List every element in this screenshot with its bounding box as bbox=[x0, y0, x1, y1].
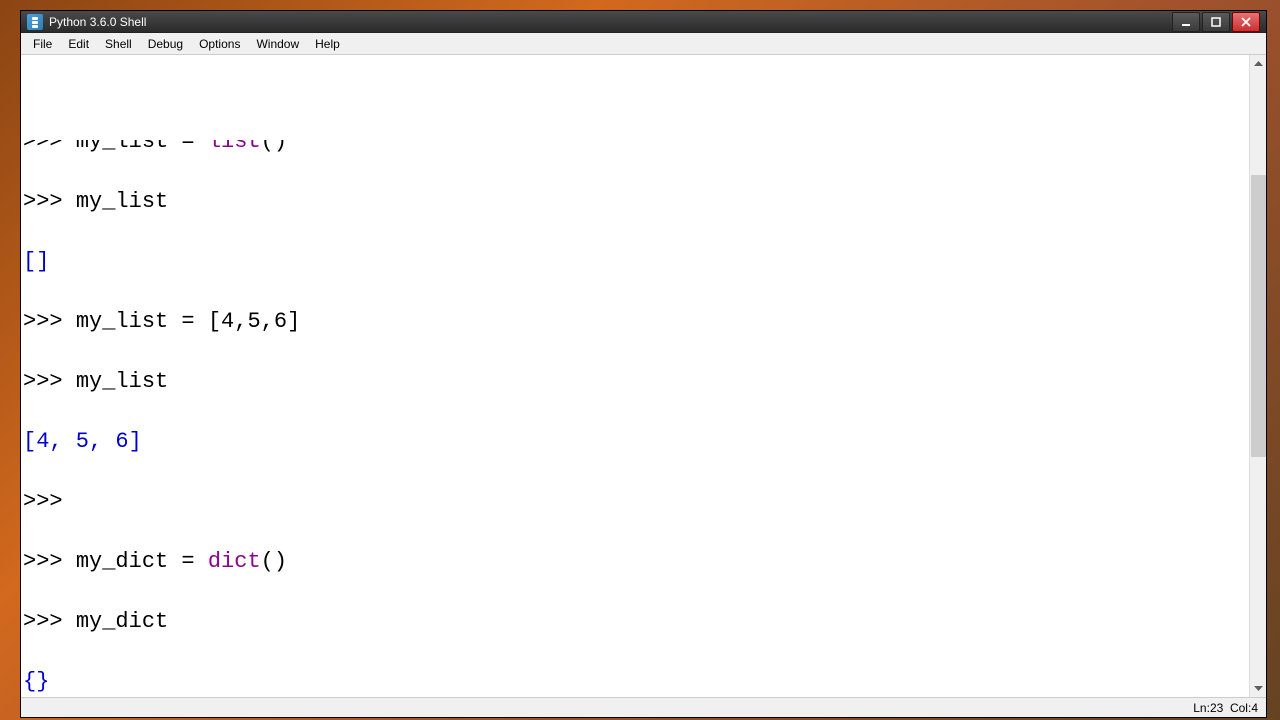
menu-shell[interactable]: Shell bbox=[97, 35, 140, 53]
scroll-thumb[interactable] bbox=[1251, 175, 1266, 457]
menu-file[interactable]: File bbox=[25, 35, 60, 53]
output: [] bbox=[23, 249, 49, 274]
col-number: 4 bbox=[1251, 701, 1258, 715]
menu-debug[interactable]: Debug bbox=[140, 35, 191, 53]
status-bar: Ln: 23 Col: 4 bbox=[21, 697, 1266, 717]
menu-help[interactable]: Help bbox=[307, 35, 348, 53]
app-window: Python 3.6.0 Shell File Edit Shell Debug… bbox=[20, 10, 1267, 718]
prompt: >>> my_list = bbox=[23, 140, 208, 154]
title-bar[interactable]: Python 3.6.0 Shell bbox=[21, 11, 1266, 33]
maximize-button[interactable] bbox=[1202, 12, 1230, 32]
prompt: >>> bbox=[23, 189, 76, 214]
scroll-down-button[interactable] bbox=[1250, 680, 1266, 697]
window-title: Python 3.6.0 Shell bbox=[49, 15, 1172, 29]
python-icon bbox=[27, 14, 43, 30]
col-label: Col: bbox=[1230, 701, 1251, 715]
vertical-scrollbar[interactable] bbox=[1249, 55, 1266, 697]
menu-window[interactable]: Window bbox=[248, 35, 307, 53]
close-button[interactable] bbox=[1232, 12, 1260, 32]
menu-options[interactable]: Options bbox=[191, 35, 248, 53]
minimize-button[interactable] bbox=[1172, 12, 1200, 32]
menu-edit[interactable]: Edit bbox=[60, 35, 97, 53]
shell-editor[interactable]: >>> my_list = list() >>> my_list [] >>> … bbox=[21, 55, 1249, 697]
scroll-up-button[interactable] bbox=[1250, 55, 1266, 72]
output: [4, 5, 6] bbox=[23, 429, 142, 454]
menu-bar: File Edit Shell Debug Options Window Hel… bbox=[21, 33, 1266, 55]
content-area: >>> my_list = list() >>> my_list [] >>> … bbox=[21, 55, 1266, 697]
line-number: 23 bbox=[1210, 701, 1223, 715]
output: {} bbox=[23, 669, 49, 694]
window-controls bbox=[1172, 11, 1266, 32]
line-label: Ln: bbox=[1193, 701, 1210, 715]
